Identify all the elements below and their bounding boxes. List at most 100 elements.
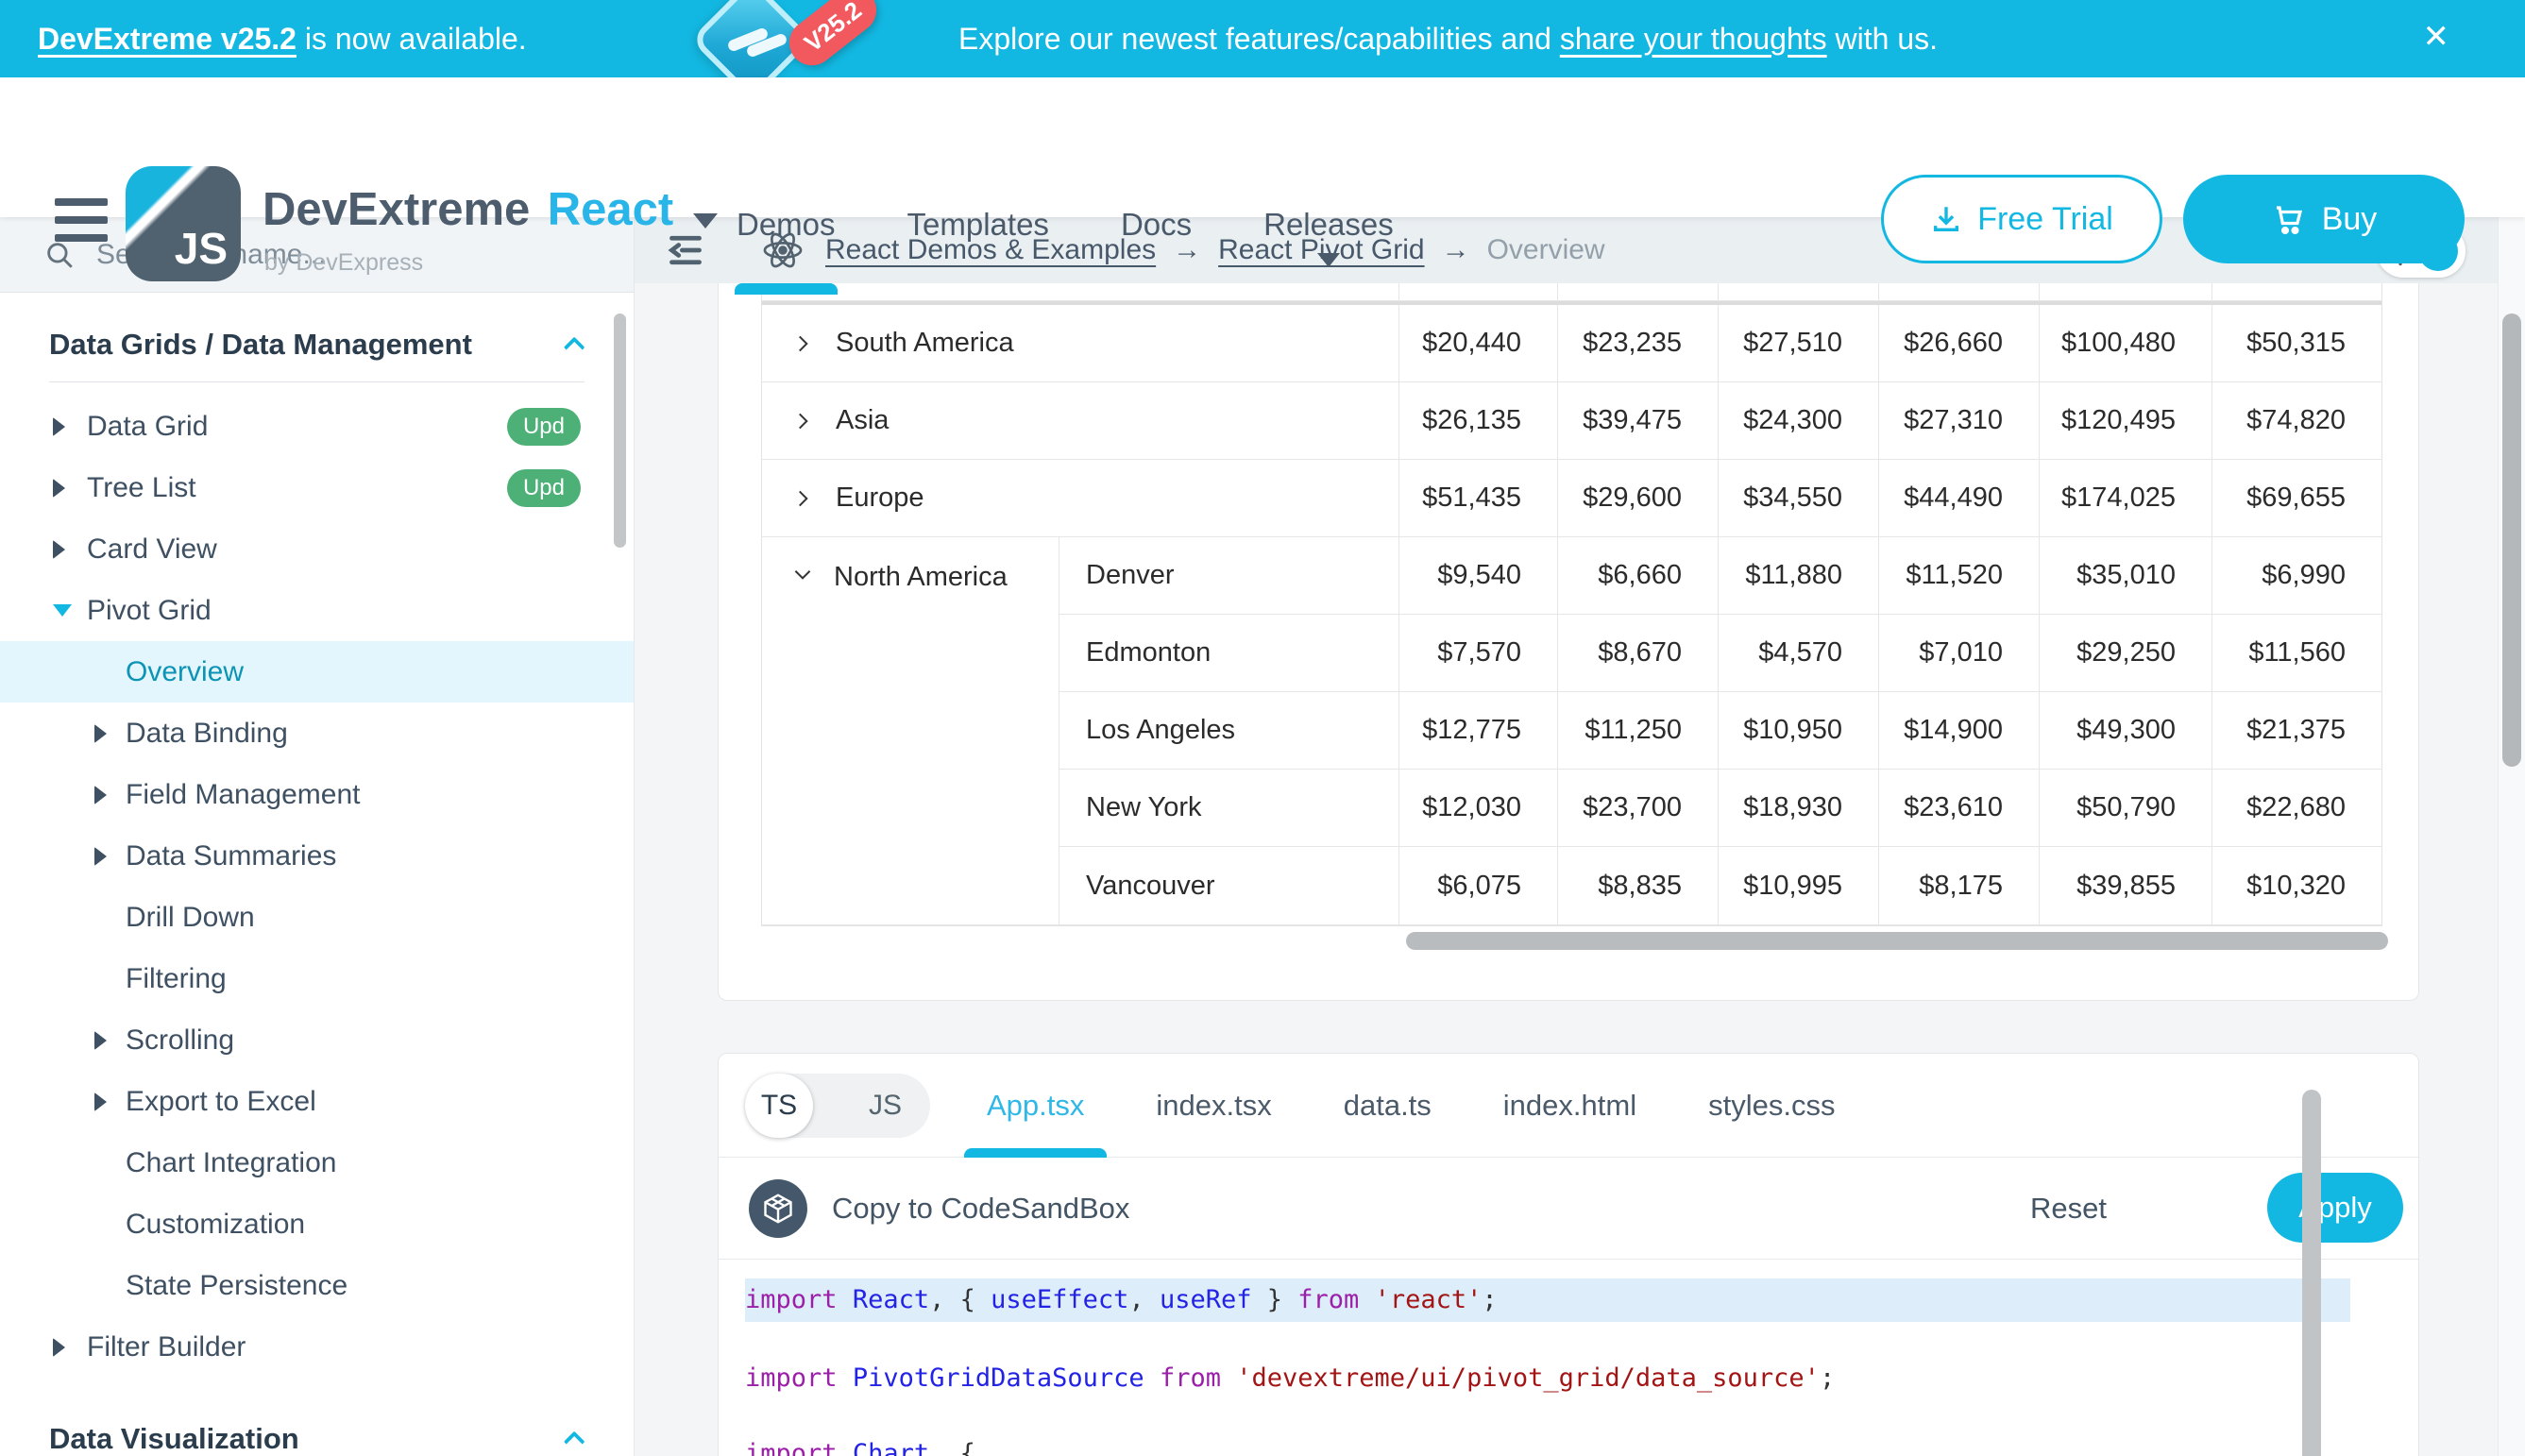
ts-js-toggle[interactable]: TS JS <box>745 1074 930 1138</box>
pivot-value-cell[interactable]: $6,660 <box>1558 537 1719 614</box>
pivot-value-cell[interactable]: $44,490 <box>1879 460 2040 536</box>
code-line[interactable]: import Chart, { <box>745 1435 2418 1456</box>
pivot-value-cell[interactable]: $14,900 <box>1879 692 2040 769</box>
pivot-value-cell[interactable]: $22,680 <box>2212 770 2381 846</box>
pivot-value-cell[interactable]: $69,655 <box>2212 460 2381 536</box>
sidebar-item-filter-builder[interactable]: Filter Builder <box>0 1316 634 1378</box>
pivot-value-cell[interactable]: $23,700 <box>1558 770 1719 846</box>
pivot-city-cell[interactable]: New York <box>1059 770 1399 846</box>
expand-arrow-icon[interactable] <box>94 1031 107 1050</box>
pivot-city-cell[interactable]: Vancouver <box>1059 847 1399 924</box>
pivot-value-cell[interactable]: $10,995 <box>1719 847 1879 924</box>
sidebar-item-tree-list[interactable]: Tree ListUpd <box>0 457 634 518</box>
js-logo[interactable]: JS <box>126 166 241 281</box>
pivot-value-cell[interactable]: $6,075 <box>1399 847 1558 924</box>
buy-button[interactable]: Buy <box>2183 175 2465 263</box>
code-line[interactable] <box>745 1322 2418 1360</box>
pivot-value-cell[interactable]: $8,670 <box>1558 615 1719 691</box>
pivot-value-cell[interactable]: $8,175 <box>1879 847 2040 924</box>
codesandbox-icon[interactable] <box>749 1179 807 1238</box>
pivot-value-cell[interactable]: $26,660 <box>1879 305 2040 381</box>
sidebar-item-field-management[interactable]: Field Management <box>0 764 634 825</box>
sidebar-item-state-persistence[interactable]: State Persistence <box>0 1255 634 1316</box>
sidebar-item-card-view[interactable]: Card View <box>0 518 634 580</box>
hamburger-menu-icon[interactable] <box>55 198 108 242</box>
pivot-value-cell[interactable]: $100,480 <box>2040 305 2212 381</box>
sidebar-item-pivot-grid[interactable]: Pivot Grid <box>0 580 634 641</box>
banner-release-link[interactable]: DevExtreme v25.2 <box>38 22 297 56</box>
code-tab-app-tsx[interactable]: App.tsx <box>987 1054 1084 1158</box>
pivot-value-cell[interactable]: $39,855 <box>2040 847 2212 924</box>
pivot-value-cell[interactable]: $4,570 <box>1719 615 1879 691</box>
code-tab-data-ts[interactable]: data.ts <box>1344 1054 1432 1158</box>
pivot-value-cell[interactable]: $35,010 <box>2040 537 2212 614</box>
expand-arrow-icon[interactable] <box>53 540 65 559</box>
pivot-value-cell[interactable]: $120,495 <box>2040 382 2212 459</box>
sidebar-section-data-grids[interactable]: Data Grids / Data Management <box>0 315 634 374</box>
pivot-region-cell[interactable]: Europe <box>762 460 1399 536</box>
sidebar-item-data-summaries[interactable]: Data Summaries <box>0 825 634 887</box>
pivot-value-cell[interactable] <box>2212 283 2381 300</box>
apply-button[interactable]: Apply <box>2267 1173 2403 1243</box>
pivot-region-cell[interactable]: South America <box>762 305 1399 381</box>
collapse-section-icon[interactable] <box>564 337 585 359</box>
collapse-sidebar-icon[interactable] <box>665 231 706 269</box>
pivot-value-cell[interactable] <box>1879 283 2040 300</box>
expand-row-icon[interactable] <box>790 486 815 511</box>
sidebar-item-filtering[interactable]: Filtering <box>0 948 634 1009</box>
sidebar-scrollbar[interactable] <box>614 313 626 548</box>
page-scrollbar[interactable] <box>2498 217 2525 1456</box>
sidebar-item-customization[interactable]: Customization <box>0 1194 634 1255</box>
js-toggle-option[interactable]: JS <box>869 1090 902 1122</box>
pivot-value-cell[interactable]: $11,250 <box>1558 692 1719 769</box>
code-tab-styles-css[interactable]: styles.css <box>1708 1054 1835 1158</box>
pivot-value-cell[interactable]: $51,435 <box>1399 460 1558 536</box>
collapse-section-icon[interactable] <box>564 1431 585 1453</box>
brand-title[interactable]: DevExtreme React <box>263 183 718 236</box>
nav-item-demos[interactable]: Demos <box>737 155 836 295</box>
pivot-value-cell[interactable]: $7,010 <box>1879 615 2040 691</box>
pivot-city-cell[interactable]: Edmonton <box>1059 615 1399 691</box>
pivot-value-cell[interactable]: $24,300 <box>1719 382 1879 459</box>
pivot-value-cell[interactable]: $10,950 <box>1719 692 1879 769</box>
pivot-value-cell[interactable]: $21,375 <box>2212 692 2381 769</box>
pivot-grid-horizontal-scrollbar[interactable] <box>1406 932 2388 950</box>
code-vertical-scrollbar[interactable] <box>2302 1090 2321 1456</box>
collapse-row-icon[interactable] <box>790 562 815 586</box>
pivot-value-cell[interactable]: $12,030 <box>1399 770 1558 846</box>
pivot-value-cell[interactable]: $74,820 <box>2212 382 2381 459</box>
ts-toggle-selected[interactable]: TS <box>745 1074 813 1138</box>
pivot-value-cell[interactable]: $39,475 <box>1558 382 1719 459</box>
expand-arrow-icon[interactable] <box>53 479 65 498</box>
code-tab-index-html[interactable]: index.html <box>1503 1054 1636 1158</box>
pivot-region-cell[interactable]: Asia <box>762 382 1399 459</box>
pivot-value-cell[interactable] <box>1399 283 1558 300</box>
sidebar-item-drill-down[interactable]: Drill Down <box>0 887 634 948</box>
pivot-value-cell[interactable]: $8,835 <box>1558 847 1719 924</box>
pivot-value-cell[interactable]: $12,775 <box>1399 692 1558 769</box>
pivot-value-cell[interactable]: $23,610 <box>1879 770 2040 846</box>
pivot-value-cell[interactable]: $18,930 <box>1719 770 1879 846</box>
pivot-value-cell[interactable]: $23,235 <box>1558 305 1719 381</box>
sidebar-item-data-grid[interactable]: Data GridUpd <box>0 396 634 457</box>
expand-arrow-icon[interactable] <box>94 786 107 804</box>
pivot-value-cell[interactable] <box>1719 283 1879 300</box>
pivot-city-cell[interactable]: Denver <box>1059 537 1399 614</box>
pivot-value-cell[interactable]: $7,570 <box>1399 615 1558 691</box>
code-tab-index-tsx[interactable]: index.tsx <box>1156 1054 1271 1158</box>
framework-dropdown-caret-icon[interactable] <box>693 213 718 229</box>
expand-arrow-icon[interactable] <box>53 1338 65 1357</box>
pivot-value-cell[interactable]: $26,135 <box>1399 382 1558 459</box>
pivot-value-cell[interactable]: $6,990 <box>2212 537 2381 614</box>
pivot-value-cell[interactable]: $11,560 <box>2212 615 2381 691</box>
pivot-value-cell[interactable] <box>2040 283 2212 300</box>
expand-arrow-icon[interactable] <box>94 1092 107 1111</box>
collapse-arrow-icon[interactable] <box>53 604 72 617</box>
nav-item-docs[interactable]: Docs <box>1121 155 1192 295</box>
pivot-value-cell[interactable]: $27,310 <box>1879 382 2040 459</box>
pivot-region-cell[interactable]: North America <box>762 537 1059 924</box>
pivot-value-cell[interactable]: $10,320 <box>2212 847 2381 924</box>
pivot-value-cell[interactable]: $20,440 <box>1399 305 1558 381</box>
pivot-value-cell[interactable]: $49,300 <box>2040 692 2212 769</box>
page-scrollbar-thumb[interactable] <box>2502 313 2521 767</box>
